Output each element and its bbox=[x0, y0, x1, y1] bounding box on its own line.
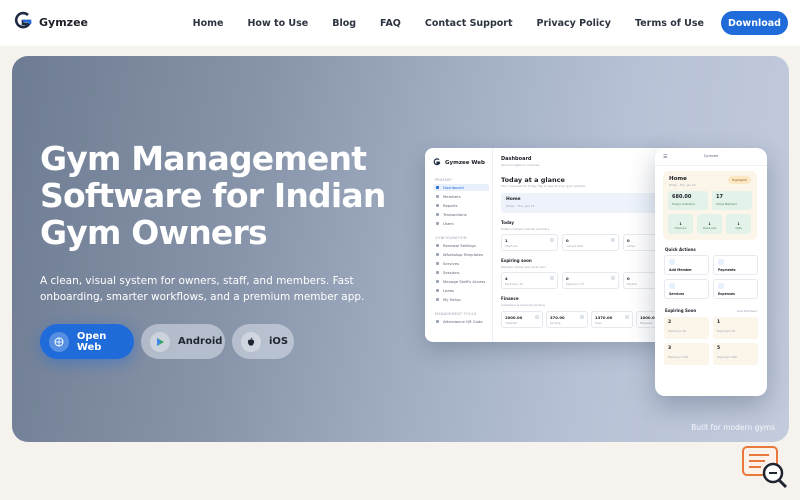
today-note: Today's member activity summary bbox=[501, 227, 550, 231]
sidebar-item-services[interactable]: Services bbox=[433, 260, 489, 267]
sidebar-item-staff-access[interactable]: Manage Staff's Access bbox=[433, 278, 489, 285]
sidebar-item-members[interactable]: Members bbox=[433, 193, 489, 200]
android-label: Android bbox=[178, 336, 223, 347]
collection-stat[interactable]: 680.00 Today's Collection bbox=[668, 191, 708, 210]
built-for-note: Built for modern gyms bbox=[691, 423, 775, 432]
expiring-label: Expiring soon bbox=[501, 258, 532, 263]
brand-name: Gymzee bbox=[39, 15, 88, 29]
expiring-card[interactable]: 5 Expiring in 30D bbox=[713, 343, 758, 365]
apple-icon bbox=[241, 331, 261, 352]
hero-title: Gym Management Software for Indian Gym O… bbox=[40, 139, 386, 252]
desktop-header-subtitle: Quick insights to improve bbox=[501, 163, 540, 167]
brand[interactable]: Gymzee bbox=[14, 11, 88, 33]
expiring-note: Members whose plan ends soon bbox=[501, 265, 546, 269]
desktop-heading-note: Your overview for today. Tap to see all … bbox=[501, 184, 586, 188]
sidebar-item-whatsapp[interactable]: WhatsApp Templates bbox=[433, 251, 489, 258]
desktop-main: Dashboard Quick insights to improve Toda… bbox=[493, 148, 673, 342]
stat-card[interactable]: 0 Current Visits bbox=[562, 234, 619, 251]
nav-blog[interactable]: Blog bbox=[332, 18, 356, 29]
stat-card[interactable]: 0 Expiring in 7d bbox=[562, 272, 619, 289]
mobile-top-bar: ☰ Gymzee bbox=[655, 148, 767, 166]
nav-links: Home How to Use Blog FAQ Contact Support… bbox=[169, 0, 704, 46]
finance-label: Finance bbox=[501, 296, 519, 301]
visits-tile[interactable]: 1 Visits bbox=[726, 214, 751, 234]
sidebar-item-sessions[interactable]: Sessions bbox=[433, 269, 489, 276]
sidebar-section: PRIMARY bbox=[435, 178, 452, 182]
sidebar-item-setup[interactable]: My Setup bbox=[433, 296, 489, 303]
mobile-app-mockup: ☰ Gymzee Home Today · Thu, Jan 15 Highli… bbox=[655, 148, 767, 396]
desktop-sidebar: Gymzee Web PRIMARY Dashboard Members Rep… bbox=[425, 148, 493, 342]
hero-section: Gym Management Software for Indian Gym O… bbox=[12, 56, 789, 442]
desktop-header-title: Dashboard bbox=[501, 156, 532, 162]
globe-icon bbox=[49, 331, 69, 352]
expiring-card[interactable]: 3 Expiring in 15D bbox=[664, 343, 709, 365]
sidebar-item-reports[interactable]: Reports bbox=[433, 202, 489, 209]
services-action[interactable]: Services bbox=[664, 279, 709, 299]
hero-subtitle: A clean, visual system for owners, staff… bbox=[40, 275, 365, 303]
stat-card[interactable]: 370.00 Pending bbox=[546, 311, 588, 328]
view-members-link[interactable]: View Members bbox=[737, 309, 758, 313]
play-store-icon bbox=[150, 331, 170, 352]
sidebar-item-qr[interactable]: Attendance QR Code bbox=[433, 318, 489, 325]
checkouts-tile[interactable]: 1 Check-outs bbox=[697, 214, 722, 234]
sidebar-item-transactions[interactable]: Transactions bbox=[433, 211, 489, 218]
stat-card[interactable]: 4 Expiring in 3d bbox=[501, 272, 558, 289]
active-members-stat[interactable]: 17 Active Members bbox=[712, 191, 752, 210]
nav-contact-support[interactable]: Contact Support bbox=[425, 18, 513, 29]
today-label: Today bbox=[501, 220, 514, 225]
home-card-subtitle: Today · Thu, Jan 15 bbox=[506, 204, 535, 208]
home-card-title: Home bbox=[506, 197, 521, 202]
sidebar-item-users[interactable]: Users bbox=[433, 220, 489, 227]
finance-note: Collections & amounts pending bbox=[501, 303, 545, 307]
sidebar-item-dashboard[interactable]: Dashboard bbox=[433, 184, 489, 191]
desktop-app-mockup: Gymzee Web PRIMARY Dashboard Members Rep… bbox=[425, 148, 673, 342]
sidebar-item-renewal[interactable]: Renewal Settings bbox=[433, 242, 489, 249]
stat-card[interactable]: 1370.00 Dues bbox=[591, 311, 633, 328]
highlights-badge[interactable]: Highlights bbox=[727, 176, 751, 184]
sidebar-section: MANAGEMENT TOOLS bbox=[435, 312, 477, 316]
quick-actions-label: Quick Actions bbox=[665, 247, 696, 252]
desktop-logo: Gymzee Web bbox=[433, 158, 485, 167]
open-web-button[interactable]: Open Web bbox=[40, 324, 134, 359]
add-member-action[interactable]: Add Member bbox=[664, 255, 709, 275]
mobile-header: Gymzee bbox=[703, 154, 719, 158]
nav-privacy-policy[interactable]: Privacy Policy bbox=[537, 18, 611, 29]
stat-card[interactable]: 2000.00 Collected bbox=[501, 311, 543, 328]
expiring-card[interactable]: 1 Expiring in 7D bbox=[713, 317, 758, 339]
gymzee-mark-icon bbox=[433, 158, 441, 166]
top-nav: Gymzee Home How to Use Blog FAQ Contact … bbox=[0, 0, 800, 46]
gymzee-logo-icon bbox=[14, 11, 32, 33]
sidebar-section: CONFIGURATION bbox=[435, 236, 467, 240]
expiring-card[interactable]: 2 Expiring in 3D bbox=[664, 317, 709, 339]
open-web-label: Open Web bbox=[76, 330, 107, 353]
expenses-action[interactable]: Expenses bbox=[713, 279, 758, 299]
stat-card[interactable]: 1 Check-ins bbox=[501, 234, 558, 251]
android-button[interactable]: Android bbox=[141, 324, 225, 359]
nav-faq[interactable]: FAQ bbox=[380, 18, 401, 29]
sidebar-item-leads[interactable]: Leads bbox=[433, 287, 489, 294]
mobile-home-card: Home Today · Thu, Jan 15 Highlights 680.… bbox=[663, 171, 757, 240]
nav-how-to-use[interactable]: How to Use bbox=[247, 18, 308, 29]
desktop-brand: Gymzee Web bbox=[445, 159, 485, 166]
payments-action[interactable]: Payments bbox=[713, 255, 758, 275]
chat-search-icon[interactable] bbox=[741, 445, 789, 489]
download-button[interactable]: Download bbox=[721, 11, 788, 35]
desktop-home-card[interactable]: Home Today · Thu, Jan 15 bbox=[501, 193, 661, 213]
checkins-tile[interactable]: 1 Check-ins bbox=[668, 214, 693, 234]
nav-home[interactable]: Home bbox=[193, 18, 224, 29]
nav-terms-of-use[interactable]: Terms of Use bbox=[635, 18, 704, 29]
mobile-home-subtitle: Today · Thu, Jan 15 bbox=[669, 183, 696, 187]
mobile-home-title: Home bbox=[669, 176, 687, 182]
ios-label: iOS bbox=[269, 336, 289, 347]
expiring-soon-label: Expiring Soon bbox=[665, 308, 697, 313]
desktop-heading: Today at a glance bbox=[501, 176, 565, 184]
ios-button[interactable]: iOS bbox=[232, 324, 294, 359]
